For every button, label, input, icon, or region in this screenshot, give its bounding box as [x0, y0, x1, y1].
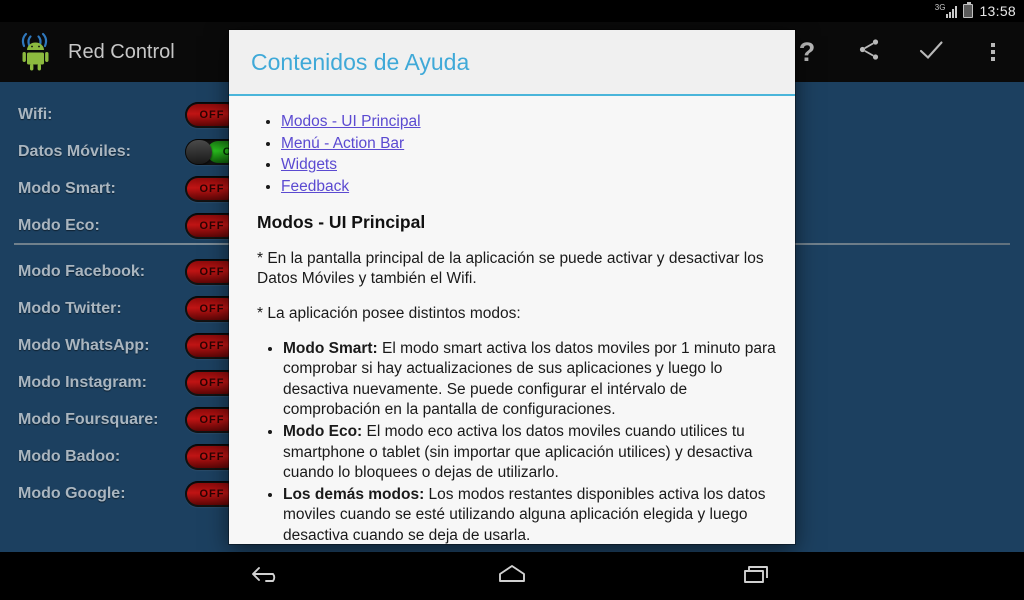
toggle-row-label: Datos Móviles:	[18, 142, 131, 160]
toc-item: Menú - Action Bar	[281, 134, 777, 155]
toggle-row-label: Modo Google:	[18, 484, 126, 502]
toggle-row-label: Modo Twitter:	[18, 299, 122, 317]
recents-icon	[740, 562, 774, 591]
app-title: Red Control	[68, 40, 175, 63]
intro-paragraph-2: * La aplicación posee distintos modos:	[257, 304, 521, 322]
checkmark-icon	[915, 36, 947, 69]
toggle-row-label: Wifi:	[18, 105, 53, 123]
dialog-scrollbar[interactable]	[792, 98, 795, 544]
toggle-row-label: Modo Facebook:	[18, 262, 146, 280]
signal-bars-icon: 3G	[935, 4, 958, 18]
table-of-contents: Modos - UI Principal Menú - Action Bar Wid…	[281, 112, 777, 197]
share-button[interactable]	[838, 22, 900, 82]
network-type-label: 3G	[934, 3, 946, 12]
overflow-menu-icon	[991, 43, 995, 61]
action-bar-buttons: ?	[776, 22, 1024, 82]
toc-link[interactable]: Modos - UI Principal	[281, 113, 421, 130]
battery-icon	[963, 2, 974, 18]
dialog-title: Contenidos de Ayuda	[251, 48, 470, 75]
back-button[interactable]	[237, 556, 297, 596]
mode-list-item: Modo Smart: El modo smart activa los dat…	[283, 339, 777, 421]
home-button[interactable]	[482, 556, 542, 596]
toggle-row-label: Modo Instagram:	[18, 373, 147, 391]
mode-term: Modo Smart:	[283, 339, 378, 357]
status-bar: 3G 13:58	[0, 0, 1024, 22]
toggle-row-label: Modo Eco:	[18, 216, 100, 234]
toggle-row-label: Modo WhatsApp:	[18, 336, 150, 354]
share-icon	[855, 36, 883, 69]
mode-list-item: Los demás modos: Los modos restantes dis…	[283, 485, 777, 544]
android-wifi-logo-icon	[14, 32, 58, 72]
navigation-bar	[0, 552, 1024, 600]
toc-item: Modos - UI Principal	[281, 112, 777, 133]
help-dialog: Contenidos de Ayuda Modos - UI Principal…	[229, 30, 795, 544]
mode-term: Los demás modos:	[283, 485, 425, 503]
toc-item: Widgets	[281, 155, 777, 176]
overflow-button[interactable]	[962, 22, 1024, 82]
status-clock: 13:58	[979, 3, 1016, 19]
section-heading: Modos - UI Principal	[257, 212, 426, 233]
confirm-button[interactable]	[900, 22, 962, 82]
mode-term: Modo Eco:	[283, 422, 363, 440]
dialog-title-bar: Contenidos de Ayuda	[229, 30, 795, 96]
toggle-row-label: Modo Badoo:	[18, 447, 121, 465]
app-brand: Red Control	[0, 32, 215, 72]
toggle-row-label: Modo Smart:	[18, 179, 116, 197]
question-mark-icon: ?	[798, 36, 816, 67]
toc-link[interactable]: Feedback	[281, 178, 349, 195]
toc-link[interactable]: Widgets	[281, 156, 337, 173]
toggle-knob	[186, 139, 212, 164]
toc-item: Feedback	[281, 177, 777, 198]
home-icon	[495, 562, 529, 591]
toggle-row-label: Modo Foursquare:	[18, 410, 159, 428]
intro-paragraph-1: * En la pantalla principal de la aplicac…	[257, 249, 764, 288]
mode-list-item: Modo Eco: El modo eco activa los datos m…	[283, 422, 777, 484]
modes-list: Modo Smart: El modo smart activa los dat…	[283, 339, 777, 544]
back-arrow-icon	[250, 562, 284, 591]
recents-button[interactable]	[727, 556, 787, 596]
dialog-body[interactable]: Modos - UI Principal Menú - Action Bar Wid…	[229, 98, 795, 544]
toc-link[interactable]: Menú - Action Bar	[281, 135, 404, 152]
